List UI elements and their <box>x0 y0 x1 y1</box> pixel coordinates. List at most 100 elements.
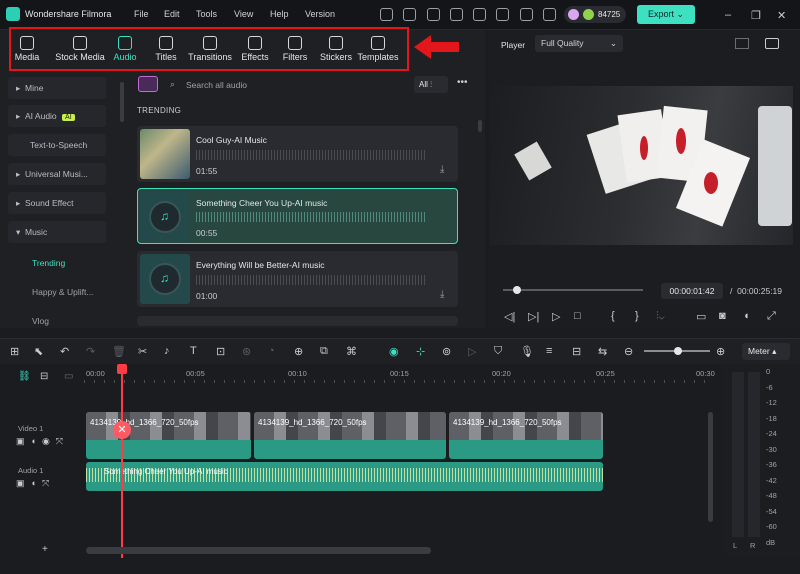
clip-name: 4134139_hd_1366_720_50fps <box>258 418 367 427</box>
save-icon[interactable] <box>473 8 486 21</box>
render-preview-icon[interactable]: ▷ <box>468 345 476 358</box>
sidebar-item-sound-effect[interactable]: ▸ Sound Effect <box>8 192 106 214</box>
minimize-icon[interactable]: – <box>725 9 731 21</box>
headset-icon[interactable] <box>520 8 533 21</box>
download-icon[interactable]: ⤓ <box>440 289 444 300</box>
add-icon[interactable]: + <box>42 544 48 555</box>
maximize-icon[interactable]: ❐ <box>751 9 761 22</box>
close-icon[interactable]: ✕ <box>777 9 786 22</box>
music-disc-icon: ♫ <box>149 201 181 233</box>
send-icon[interactable] <box>403 8 416 21</box>
play-step-icon[interactable]: ▷| <box>528 310 539 323</box>
layout-icon[interactable] <box>450 8 463 21</box>
replace-icon[interactable]: ⇆ <box>598 345 607 358</box>
record-icon[interactable]: ◉ <box>389 345 399 358</box>
search-input[interactable]: Search all audio <box>186 80 247 90</box>
audio-note-icon[interactable]: ♪ <box>164 345 170 357</box>
video-clip[interactable]: 4134139_hd_1366_720_50fps <box>254 412 446 459</box>
add-track-icon[interactable]: ⊟ <box>40 371 48 382</box>
delete-icon[interactable]: 🗑 <box>112 345 126 358</box>
video-clip[interactable]: 4134139_hd_1366_720_50fps <box>86 412 251 459</box>
audio-clip[interactable]: Something Cheer You Up-AI music <box>86 462 603 491</box>
subtitle-icon[interactable]: ≡ <box>546 345 552 357</box>
video-track-controls[interactable]: ▣◖◉⤧ <box>16 436 69 447</box>
zoom-in-icon[interactable]: ⊕ <box>716 345 725 358</box>
sidebar-scrollbar[interactable] <box>120 82 124 122</box>
sidebar-item-mine[interactable]: ▸ Mine <box>8 77 106 99</box>
feedback-icon[interactable] <box>427 8 440 21</box>
export-button[interactable]: Export ⌄ <box>637 5 695 24</box>
more-icon[interactable]: ••• <box>457 77 468 88</box>
magic-icon[interactable]: ⧉ <box>320 345 328 358</box>
scrubber-handle[interactable] <box>513 286 521 294</box>
split-marker-icon[interactable]: ✕ <box>113 421 131 439</box>
ruler-label: 00:15 <box>390 369 409 378</box>
track-title: Something Cheer You Up-AI music <box>196 198 328 208</box>
audio-icon[interactable]: ◖ <box>743 310 750 322</box>
crop-icon[interactable]: ⊡ <box>216 345 225 358</box>
playback-scrubber[interactable] <box>503 289 643 291</box>
redo-icon[interactable]: ↷ <box>86 345 95 358</box>
cut-icon[interactable]: ✂ <box>138 345 147 358</box>
speed-icon[interactable]: ◔ <box>268 345 275 357</box>
camera-icon[interactable]: ◙ <box>719 310 726 322</box>
mark-in-icon[interactable]: { <box>611 310 615 322</box>
sidebar-item-ai-audio[interactable]: ▸ AI Audio AI <box>8 105 106 127</box>
zoom-slider-handle[interactable] <box>674 347 682 355</box>
text-icon[interactable]: T <box>190 345 197 357</box>
menu-help[interactable]: Help <box>270 9 289 19</box>
sidebar-subitem-vlog[interactable]: Vlog <box>32 316 49 326</box>
grid-icon[interactable]: ⊞ <box>10 345 19 358</box>
zoom-out-icon[interactable]: ⊖ <box>624 345 633 358</box>
snapshot-image-icon[interactable] <box>765 38 779 49</box>
translate-icon[interactable]: ⌘ <box>346 345 357 358</box>
list-item[interactable] <box>137 316 458 326</box>
marker-icon[interactable]: ⊚ <box>442 345 451 358</box>
fullscreen-icon[interactable]: ⤢ <box>767 310 776 323</box>
cloud-icon[interactable] <box>496 8 509 21</box>
filter-dropdown[interactable]: All ⫶ <box>414 76 448 93</box>
gift-icon[interactable] <box>380 8 393 21</box>
ai-music-icon[interactable] <box>138 76 158 92</box>
sidebar-item-text-to-speech[interactable]: Text-to-Speech <box>8 134 106 156</box>
sidebar-subitem-happy[interactable]: Happy & Uplift... <box>32 287 93 297</box>
grid-view-icon[interactable] <box>735 38 749 49</box>
microphone-icon[interactable]: 🎙 <box>520 345 534 358</box>
quality-dropdown[interactable]: Full Quality ⌄ <box>535 35 623 52</box>
menu-version[interactable]: Version <box>305 9 335 19</box>
list-scrollbar[interactable] <box>478 120 482 132</box>
meter-scale-label: -60 <box>766 522 777 531</box>
menu-view[interactable]: View <box>234 9 253 19</box>
link-icon[interactable]: ⛓ <box>18 371 31 382</box>
menu-edit[interactable]: Edit <box>164 9 180 19</box>
previous-frame-icon[interactable]: ◁| <box>504 310 515 323</box>
color-icon[interactable]: ⊛ <box>242 345 251 358</box>
playhead-handle[interactable] <box>117 364 127 374</box>
timeline-hscroll[interactable] <box>86 547 431 554</box>
play-icon[interactable]: ▷ <box>552 310 560 323</box>
video-clip[interactable]: 4134139_hd_1366_720_50fps <box>449 412 603 459</box>
stop-icon[interactable]: □ <box>574 310 581 322</box>
render-icon[interactable]: ⫶⌄ <box>656 310 665 323</box>
menu-tools[interactable]: Tools <box>196 9 217 19</box>
undo-icon[interactable]: ↶ <box>60 345 69 358</box>
sidebar-item-universal-music[interactable]: ▸ Universal Musi... <box>8 163 106 185</box>
menu-file[interactable]: File <box>134 9 149 19</box>
ai-tools-icon[interactable]: ⊕ <box>294 345 303 358</box>
mark-out-icon[interactable]: } <box>635 310 639 322</box>
display-icon[interactable]: ▭ <box>696 310 706 323</box>
select-tool-icon[interactable]: ⬉ <box>34 345 43 358</box>
grid-apps-icon[interactable] <box>543 8 556 21</box>
playhead[interactable] <box>121 365 123 558</box>
sidebar-subitem-trending[interactable]: Trending <box>32 258 65 268</box>
shield-icon[interactable]: ⛉ <box>494 345 502 358</box>
sidebar-item-music[interactable]: ▾ Music <box>8 221 106 243</box>
export-label: Export <box>647 9 674 19</box>
snap-icon[interactable]: ⊹ <box>416 345 425 358</box>
audio-track-controls[interactable]: ▣◖⤧ <box>16 478 55 489</box>
timeline-vscroll[interactable] <box>708 412 713 522</box>
download-icon[interactable]: ⤓ <box>440 164 444 175</box>
caption-icon[interactable]: ▭ <box>64 371 73 382</box>
meter-button[interactable]: Meter ▴ <box>742 343 790 360</box>
audio-stretch-icon[interactable]: ⊟ <box>572 345 581 358</box>
